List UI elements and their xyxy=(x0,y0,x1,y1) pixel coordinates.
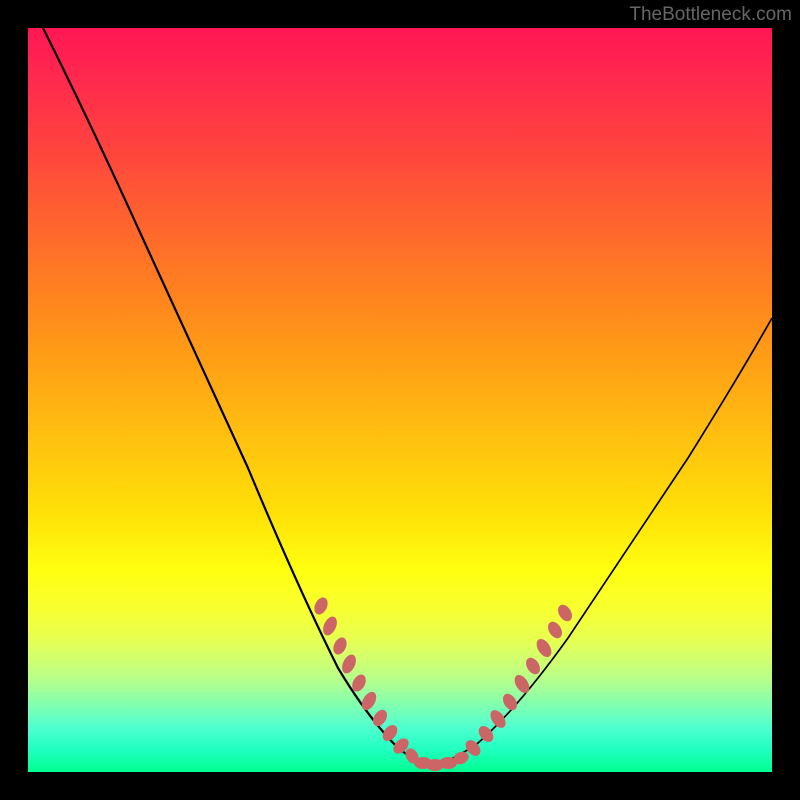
chart-svg xyxy=(28,28,772,772)
chart-container xyxy=(28,28,772,772)
bottleneck-curve-right xyxy=(428,318,772,766)
main-curve-group xyxy=(43,28,772,766)
highlight-dots-right xyxy=(463,602,575,759)
highlight-dots-bottom xyxy=(403,746,471,771)
highlight-dots-left xyxy=(312,595,412,756)
bottleneck-curve-left xyxy=(43,28,428,766)
watermark-text: TheBottleneck.com xyxy=(629,4,792,26)
